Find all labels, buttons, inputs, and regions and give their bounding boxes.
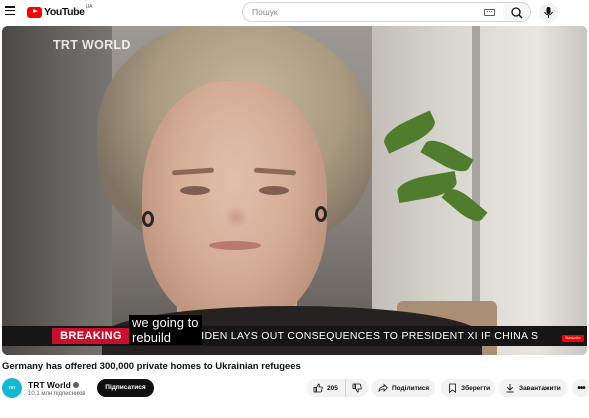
logo-text: YouTube — [44, 6, 85, 18]
earring-right — [315, 206, 327, 222]
search-button[interactable] — [503, 2, 531, 22]
mic-icon — [544, 7, 553, 18]
share-label: Поділитися — [392, 384, 430, 392]
youtube-logo[interactable]: YouTube UA — [27, 4, 93, 18]
search-placeholder: Пошук — [252, 7, 278, 17]
country-code: UA — [85, 4, 93, 10]
bookmark-icon — [449, 383, 456, 393]
thumb-up-icon — [313, 383, 323, 393]
save-label: Зберегти — [461, 384, 491, 392]
channel-avatar[interactable]: TRT WORLD — [2, 378, 22, 410]
more-icon: ••• — [577, 382, 585, 394]
caption-line: we going to — [132, 315, 199, 330]
channel-name-link[interactable]: TRT World — [28, 380, 79, 390]
subscribe-watermark[interactable]: Subscribe — [562, 335, 584, 342]
like-dislike-group: 205 — [306, 379, 368, 397]
voice-search-button[interactable] — [539, 3, 558, 22]
person-face — [142, 81, 327, 326]
captions: we going to rebuild — [129, 315, 202, 345]
verified-icon — [72, 382, 79, 388]
subscriber-count: 10,1 млн підписників — [28, 391, 86, 397]
channel-name: TRT World — [28, 380, 71, 390]
save-button[interactable]: Зберегти — [441, 379, 495, 397]
dislike-button[interactable] — [346, 379, 368, 397]
like-count: 205 — [327, 384, 338, 392]
breaking-label: BREAKING — [52, 328, 130, 344]
subscribe-button[interactable]: Підписатися — [97, 379, 154, 397]
download-icon — [506, 384, 514, 393]
more-actions-button[interactable]: ••• — [572, 379, 589, 397]
earring-left — [142, 211, 154, 227]
download-button[interactable]: Завантажити — [498, 379, 567, 397]
search-icon — [511, 7, 523, 19]
channel-watermark: TRT WORLD — [53, 38, 131, 52]
menu-icon[interactable] — [5, 6, 15, 16]
share-button[interactable]: Поділитися — [371, 379, 435, 397]
share-icon — [378, 383, 388, 392]
like-button[interactable]: 205 — [306, 379, 346, 397]
youtube-logo-icon — [27, 6, 42, 18]
thumb-down-icon — [352, 383, 362, 393]
download-label: Завантажити — [519, 384, 561, 392]
caption-line: rebuild — [132, 330, 199, 345]
video-frame — [2, 26, 587, 355]
ticker-text: BIDEN LAYS OUT CONSEQUENCES TO PRESIDENT… — [194, 330, 539, 342]
video-title: Germany has offered 300,000 private home… — [2, 361, 301, 372]
video-player[interactable]: TRT WORLD BREAKING BIDEN LAYS OUT CONSEQ… — [2, 26, 587, 355]
keyboard-icon[interactable] — [484, 9, 495, 16]
search-input[interactable]: Пошук — [242, 2, 504, 22]
masthead: YouTube UA Пошук — [0, 0, 589, 25]
